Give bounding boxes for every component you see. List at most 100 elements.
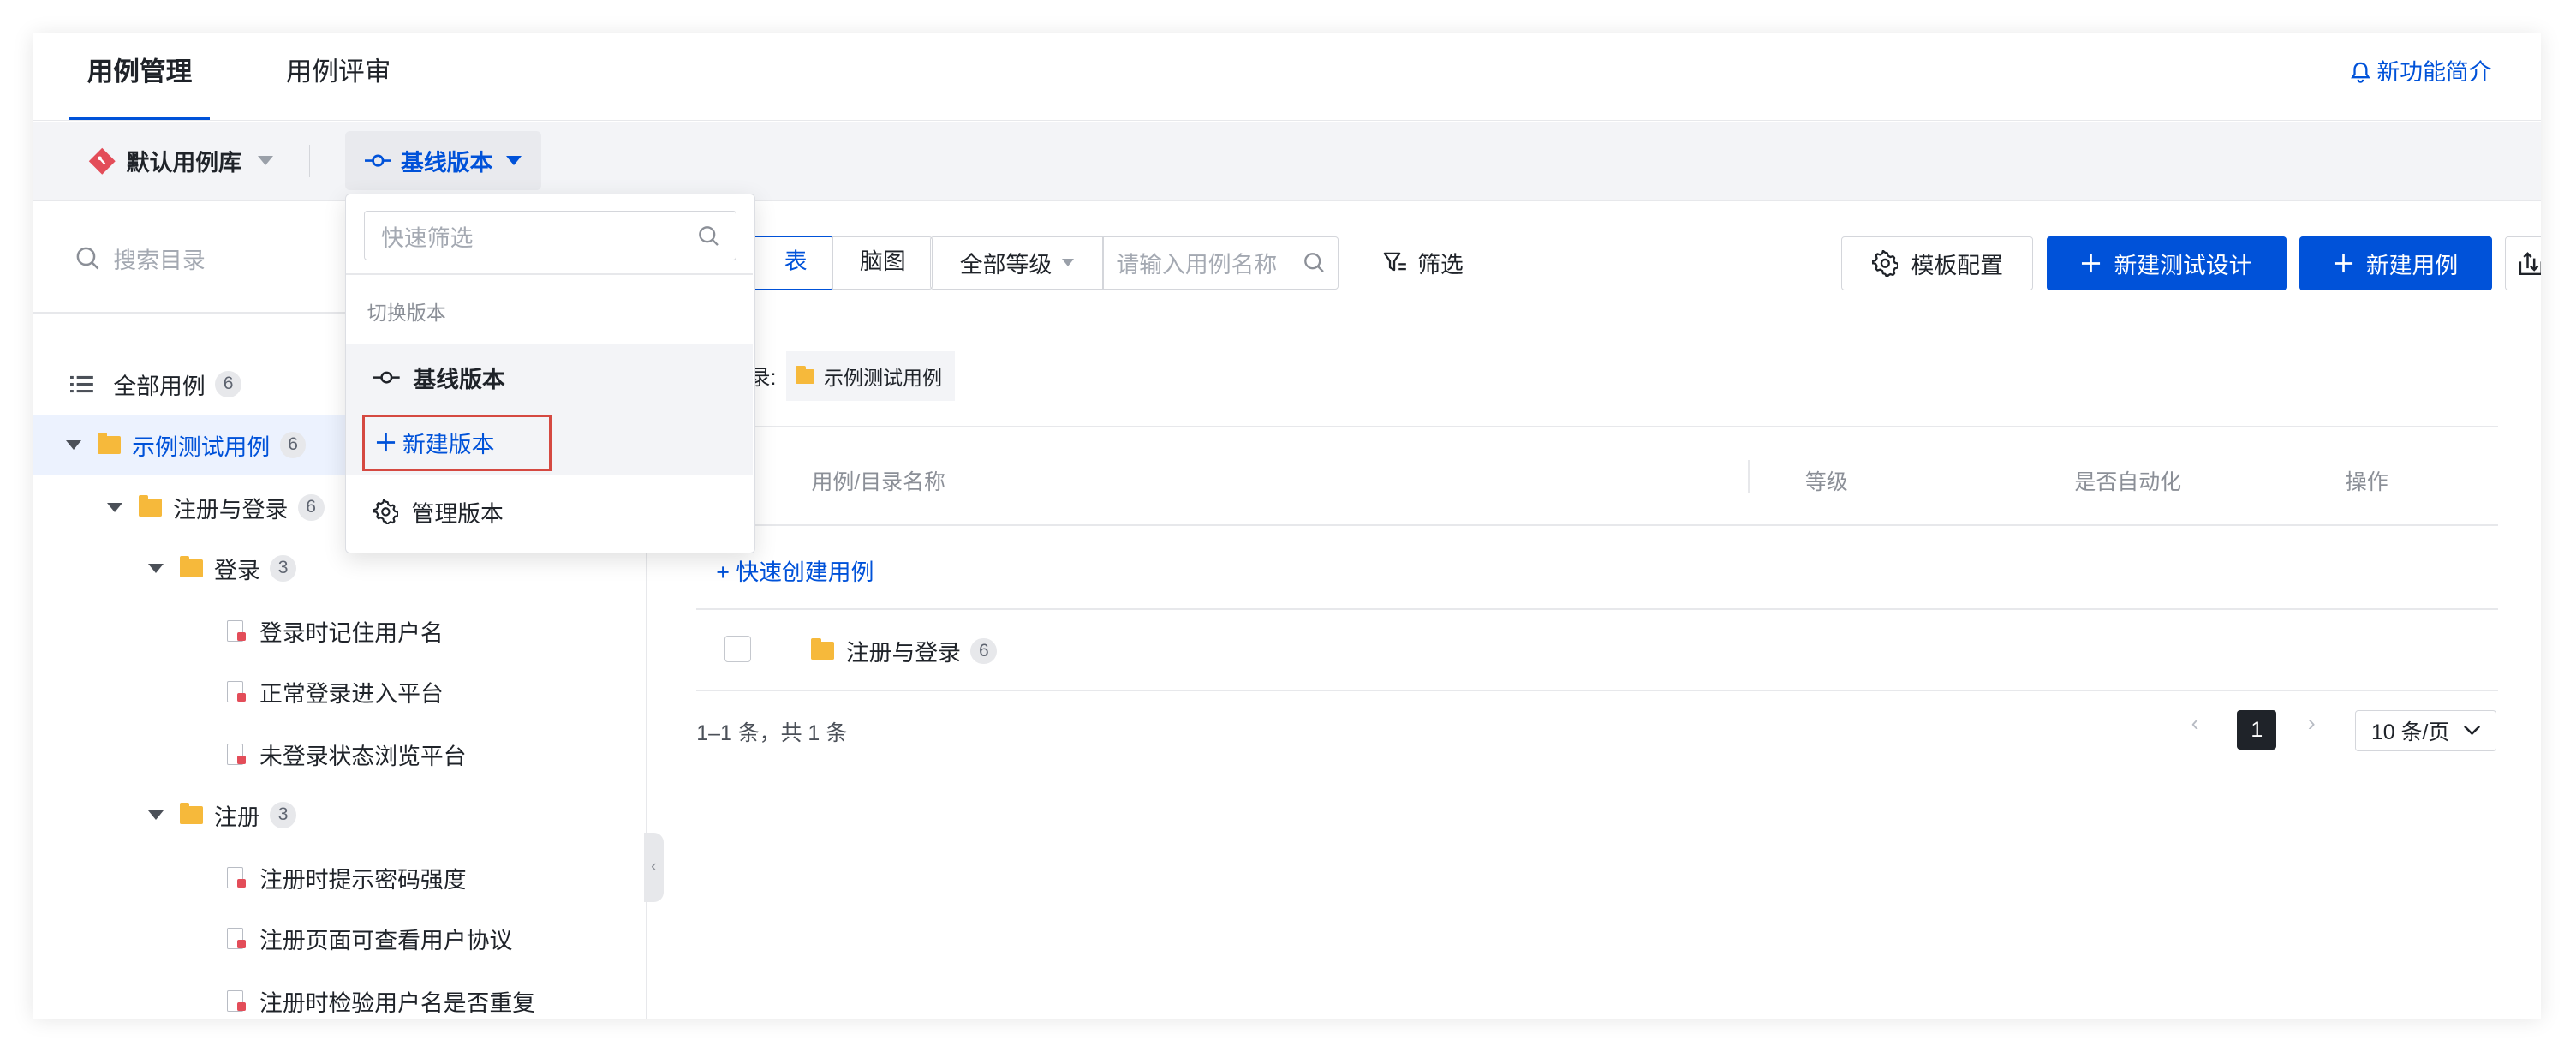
level-filter-select[interactable]: 全部等级 — [929, 236, 1104, 290]
tree-item-case[interactable]: 注册时检验用户名是否重复 — [33, 971, 645, 1019]
plus-icon — [376, 433, 396, 452]
tree-item-folder[interactable]: 注册 3 — [33, 786, 645, 845]
export-button[interactable] — [2504, 236, 2542, 291]
page-size-label: 10 条/页 — [2370, 720, 2450, 744]
count-badge: 3 — [270, 801, 296, 828]
row-checkbox[interactable] — [724, 636, 751, 662]
version-option-label: 基线版本 — [413, 367, 505, 393]
column-resizer[interactable] — [1747, 460, 1750, 493]
folder-icon — [138, 495, 162, 517]
search-icon — [1303, 252, 1325, 273]
new-case-label: 新建用例 — [2365, 253, 2459, 279]
tree-item-label: 示例测试用例 — [132, 434, 271, 461]
list-icon — [70, 374, 94, 394]
app-window: 用例管理 用例评审 新功能简介 默认用例库 基线版本 搜索目录 全部用例 6 示… — [33, 33, 2542, 1019]
filter-button[interactable]: 筛选 — [1383, 236, 1464, 289]
chevron-down-icon — [258, 156, 274, 165]
tree-item-case[interactable]: 注册时提示密码强度 — [33, 848, 645, 907]
tree-item-case[interactable]: 正常登录进入平台 — [33, 662, 645, 721]
divider — [308, 144, 311, 178]
column-header-automated: 是否自动化 — [2074, 469, 2182, 494]
column-header-actions: 操作 — [2345, 469, 2388, 494]
tree-item-case[interactable]: 登录时记住用户名 — [33, 601, 645, 660]
directory-search-input[interactable]: 搜索目录 — [75, 242, 206, 275]
version-option-baseline[interactable]: 基线版本 — [373, 361, 505, 394]
column-header-name: 用例/目录名称 — [811, 469, 945, 494]
tab-case-management[interactable]: 用例管理 — [69, 33, 211, 120]
filter-icon — [1383, 251, 1408, 274]
divider — [696, 607, 2499, 610]
next-page-icon[interactable]: › — [2308, 710, 2316, 737]
tree-item-label: 注册时检验用户名是否重复 — [259, 989, 536, 1016]
breadcrumb: 目录: 示例测试用例 — [728, 349, 956, 404]
count-badge: 6 — [215, 371, 242, 398]
version-dropdown: 快速筛选 切换版本 基线版本 新建版本 管理版本 — [344, 194, 756, 554]
caret-down-icon[interactable] — [106, 503, 122, 512]
new-test-design-button[interactable]: 新建测试设计 — [2046, 236, 2287, 291]
repo-selector[interactable]: 默认用例库 — [87, 122, 274, 200]
folder-icon — [796, 365, 814, 384]
folder-icon — [179, 802, 203, 824]
folder-icon — [97, 433, 121, 455]
count-badge: 6 — [970, 637, 998, 665]
divider — [696, 425, 2499, 427]
tree-item-label: 正常登录进入平台 — [259, 680, 444, 707]
page-size-select[interactable]: 10 条/页 — [2355, 709, 2497, 751]
commit-icon — [373, 369, 401, 386]
tree-item-label: 注册时提示密码强度 — [259, 866, 467, 893]
repo-selector-label: 默认用例库 — [126, 150, 242, 176]
repo-bar: 默认用例库 基线版本 — [33, 121, 2542, 201]
test-case-icon — [226, 620, 246, 642]
prev-page-icon[interactable]: ‹ — [2191, 710, 2199, 737]
search-icon — [698, 225, 719, 247]
breadcrumb-chip[interactable]: 示例测试用例 — [785, 351, 956, 401]
test-case-icon — [226, 927, 246, 949]
tab-case-review[interactable]: 用例评审 — [286, 33, 391, 120]
version-quick-filter-placeholder: 快速筛选 — [381, 224, 474, 251]
caret-down-icon[interactable] — [147, 564, 164, 573]
view-mindmap-toggle[interactable]: 脑图 — [832, 236, 933, 290]
case-name-placeholder: 请输入用例名称 — [1116, 252, 1278, 278]
table-row[interactable]: 注册与登录 6 — [811, 634, 998, 667]
gear-icon — [1871, 250, 1899, 278]
sidebar-collapse-handle[interactable]: ‹ — [643, 833, 664, 902]
chevron-down-icon — [505, 156, 522, 165]
top-tab-bar: 用例管理 用例评审 新功能简介 — [33, 33, 2542, 121]
tree-item-label: 登录时记住用户名 — [259, 619, 444, 646]
test-case-icon — [226, 866, 246, 888]
screen: 用例管理 用例评审 新功能简介 默认用例库 基线版本 搜索目录 全部用例 6 示… — [0, 0, 2576, 1052]
divider — [696, 690, 2499, 692]
commit-icon — [364, 152, 391, 169]
tree-item-label: 未登录状态浏览平台 — [259, 743, 467, 769]
divider — [345, 273, 754, 276]
template-config-button[interactable]: 模板配置 — [1841, 236, 2034, 291]
new-test-design-label: 新建测试设计 — [2114, 253, 2252, 279]
feature-intro-link[interactable]: 新功能简介 — [2349, 33, 2492, 111]
template-config-label: 模板配置 — [1911, 253, 2003, 279]
folder-icon — [811, 638, 835, 660]
test-case-icon — [226, 989, 246, 1012]
caret-down-icon[interactable] — [65, 440, 81, 450]
caret-down-icon[interactable] — [147, 810, 164, 820]
tree-item-case[interactable]: 未登录状态浏览平台 — [33, 725, 645, 784]
column-header-level: 等级 — [1804, 469, 1848, 494]
case-name-search-input[interactable]: 请输入用例名称 — [1101, 236, 1339, 290]
row-name-label: 注册与登录 — [845, 640, 961, 666]
dropdown-group-label: 切换版本 — [367, 302, 446, 325]
search-icon — [75, 246, 100, 271]
tree-item-case[interactable]: 注册页面可查看用户协议 — [33, 909, 645, 968]
chevron-down-icon — [2463, 725, 2481, 736]
version-quick-filter-input[interactable]: 快速筛选 — [363, 211, 737, 261]
page-number-current[interactable]: 1 — [2237, 709, 2277, 750]
divider — [696, 523, 2499, 526]
filter-label: 筛选 — [1417, 252, 1464, 278]
chevron-down-icon — [1061, 259, 1074, 266]
export-icon — [2518, 250, 2542, 277]
count-badge: 3 — [270, 555, 296, 582]
quick-create-case-link[interactable]: + 快速创建用例 — [716, 553, 874, 587]
new-case-button[interactable]: 新建用例 — [2299, 236, 2492, 291]
breadcrumb-chip-label: 示例测试用例 — [824, 367, 943, 390]
manage-versions-option[interactable]: 管理版本 — [373, 495, 504, 529]
version-selector[interactable]: 基线版本 — [344, 131, 541, 191]
new-version-option[interactable]: 新建版本 — [361, 415, 552, 471]
